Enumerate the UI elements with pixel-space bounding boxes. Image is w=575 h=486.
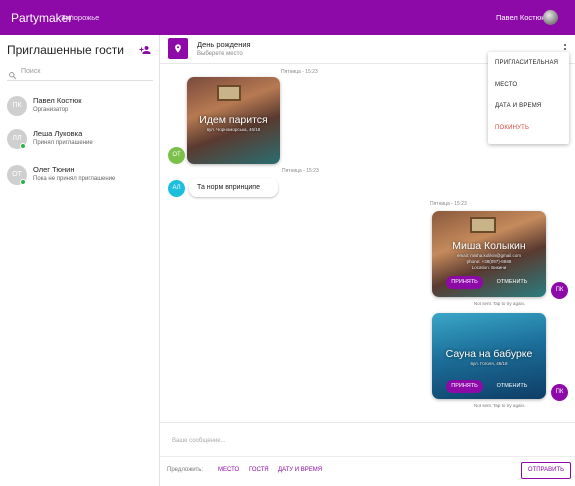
- menu-item-leave[interactable]: ПОКИНУТЬ: [495, 125, 529, 131]
- guest-status: Пока не принял приглашение: [33, 176, 116, 182]
- card-phone: phone: +38(097)-8888: [466, 259, 512, 264]
- sender-avatar: ПК: [551, 282, 568, 299]
- timestamp: Пятница - 15:23: [430, 201, 467, 207]
- guest-name: Леша Луковка: [33, 129, 83, 138]
- reject-button[interactable]: ОТМЕНИТЬ: [492, 380, 532, 393]
- sender-avatar: ПК: [551, 384, 568, 401]
- user-name[interactable]: Павел Костюк: [496, 13, 544, 22]
- place-card[interactable]: Сауна на бабурке вул. Гоголя, 46/18 ПРИН…: [432, 313, 546, 399]
- reject-button[interactable]: ОТМЕНИТЬ: [492, 276, 532, 289]
- sender-avatar: АЛ: [168, 180, 185, 197]
- card-image-picture: [217, 85, 241, 101]
- not-sent-status[interactable]: Not sent. Tap to try again.: [474, 301, 525, 306]
- divider: [160, 456, 575, 457]
- card-location: Location: Бикини: [471, 265, 507, 270]
- city-label[interactable]: Запорожье: [61, 13, 99, 22]
- suggest-label: Предложить:: [167, 467, 204, 473]
- card-image-picture: [470, 217, 496, 233]
- suggest-datetime-link[interactable]: ДАТУ И ВРЕМЯ: [278, 467, 322, 473]
- card-title: Идем парится: [199, 114, 268, 126]
- user-avatar[interactable]: [543, 10, 558, 25]
- search-input[interactable]: Поиск: [7, 65, 153, 81]
- top-bar: Partymaker Запорожье Павел Костюк: [0, 0, 575, 35]
- location-pin-icon[interactable]: [168, 38, 188, 59]
- sender-avatar: ОТ: [168, 147, 185, 164]
- send-button[interactable]: ОТПРАВИТЬ: [521, 462, 571, 479]
- guest-card[interactable]: Миша Колыкин email: misha.kolikin@gmail.…: [432, 211, 546, 297]
- menu-item-place[interactable]: МЕСТО: [495, 82, 517, 88]
- add-user-icon[interactable]: [139, 43, 151, 55]
- card-title: Миша Колыкин: [452, 240, 526, 252]
- event-title: День рождения: [197, 40, 251, 49]
- online-indicator: [20, 143, 26, 149]
- guest-status: Организатор: [33, 107, 69, 113]
- guests-sidebar: Приглашенные гости Поиск ПК Павел Костюк…: [0, 35, 160, 486]
- accept-button[interactable]: ПРИНЯТЬ: [446, 380, 483, 393]
- search-icon: [8, 67, 18, 80]
- timestamp: Пятница - 15:23: [282, 168, 319, 174]
- guest-status: Принял приглашение: [33, 140, 93, 146]
- sidebar-title: Приглашенные гости: [7, 43, 124, 57]
- suggest-guest-link[interactable]: ГОСТЯ: [249, 467, 269, 473]
- menu-item-datetime[interactable]: ДАТА И ВРЕМЯ: [495, 103, 541, 109]
- card-title: Сауна на бабурке: [445, 348, 533, 360]
- message-input[interactable]: Ваше сообщение...: [172, 438, 226, 444]
- online-indicator: [20, 179, 26, 185]
- suggest-place-link[interactable]: МЕСТО: [218, 467, 239, 473]
- not-sent-status[interactable]: Not sent. Tap to try again.: [474, 403, 525, 408]
- timestamp: Пятница - 15:23: [281, 69, 318, 75]
- card-subtitle: вул. Чорноморська, 46/18: [206, 127, 261, 132]
- guest-item[interactable]: ОТ Олег Тюнин Пока не принял приглашение: [0, 162, 158, 196]
- accept-button[interactable]: ПРИНЯТЬ: [446, 276, 483, 289]
- guest-avatar: ПК: [7, 96, 27, 116]
- guest-name: Павел Костюк: [33, 96, 82, 105]
- card-subtitle: вул. Гоголя, 46/18: [470, 361, 508, 366]
- guest-item[interactable]: ПК Павел Костюк Организатор: [0, 93, 158, 127]
- guest-name: Олег Тюнин: [33, 165, 75, 174]
- guest-item[interactable]: ЛЛ Леша Луковка Принял приглашение: [0, 126, 158, 160]
- place-card[interactable]: Идем парится вул. Чорноморська, 46/18: [187, 77, 280, 164]
- event-menu: ПРИГЛАСИТЕЛЬНАЯ МЕСТО ДАТА И ВРЕМЯ ПОКИН…: [488, 52, 569, 144]
- text-message: Та норм впринципе: [189, 178, 278, 197]
- menu-item-invitation[interactable]: ПРИГЛАСИТЕЛЬНАЯ: [495, 60, 558, 66]
- event-subtitle: Выберете место: [197, 51, 243, 57]
- card-email: email: misha.kolikin@gmail.com: [456, 253, 522, 258]
- search-placeholder: Поиск: [21, 68, 41, 75]
- message-composer: Ваше сообщение... Предложить: МЕСТО ГОСТ…: [160, 422, 575, 486]
